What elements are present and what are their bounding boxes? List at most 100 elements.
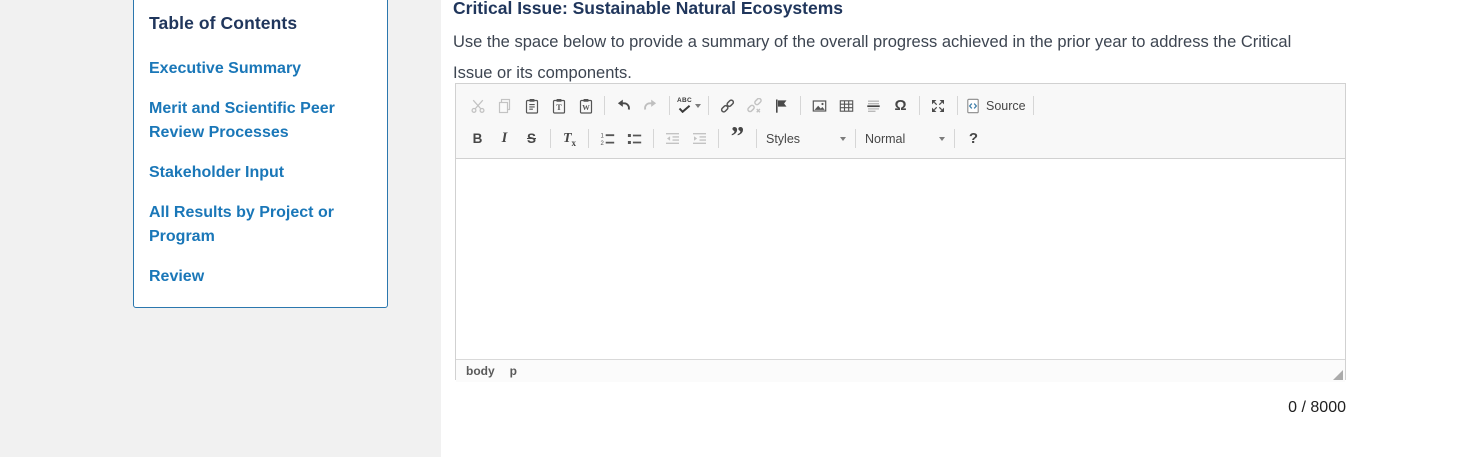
special-character-button[interactable]: Ω xyxy=(887,93,914,118)
page: Table of Contents Executive Summary Meri… xyxy=(0,0,1469,457)
redo-icon xyxy=(642,98,659,114)
bold-icon: B xyxy=(473,131,483,146)
numbered-list-button[interactable]: 1 2 xyxy=(594,126,621,151)
unlink-icon xyxy=(746,98,763,114)
checkmark-icon xyxy=(678,105,691,113)
svg-text:T: T xyxy=(556,102,562,112)
chevron-down-icon xyxy=(939,137,945,141)
main-content: Critical Issue: Sustainable Natural Ecos… xyxy=(441,0,1469,457)
styles-dropdown-label: Styles xyxy=(766,132,800,146)
chevron-down-icon xyxy=(840,137,846,141)
page-title: Critical Issue: Sustainable Natural Ecos… xyxy=(453,0,843,19)
horizontal-rule-button[interactable] xyxy=(860,93,887,118)
bulleted-list-button[interactable] xyxy=(621,126,648,151)
toolbar-separator xyxy=(708,96,709,115)
table-of-contents-card: Table of Contents Executive Summary Meri… xyxy=(133,0,388,308)
toc-link-merit-and-scientific-peer-review[interactable]: Merit and Scientific Peer Review Process… xyxy=(149,97,373,145)
toolbar-row-2: B I S Tx 1 xyxy=(464,122,1337,155)
source-label: Source xyxy=(986,99,1026,113)
image-icon xyxy=(811,98,828,114)
toolbar-row-1: T W xyxy=(464,89,1337,122)
redo-button[interactable] xyxy=(637,93,664,118)
editor-content-area[interactable] xyxy=(456,159,1345,359)
question-mark-icon: ? xyxy=(969,130,978,147)
blockquote-icon: ” xyxy=(731,132,745,146)
toolbar-separator xyxy=(800,96,801,115)
link-button[interactable] xyxy=(714,93,741,118)
toc-title: Table of Contents xyxy=(149,13,373,34)
table-button[interactable] xyxy=(833,93,860,118)
increase-indent-icon xyxy=(691,131,708,147)
image-button[interactable] xyxy=(806,93,833,118)
remove-format-button[interactable]: Tx xyxy=(556,126,583,151)
toolbar-separator xyxy=(604,96,605,115)
paste-button[interactable] xyxy=(518,93,545,118)
blockquote-button[interactable]: ” xyxy=(724,126,751,151)
link-icon xyxy=(719,98,736,114)
spell-checker-button[interactable]: ABC xyxy=(675,93,703,118)
toolbar-separator xyxy=(855,129,856,148)
toolbar-separator xyxy=(756,129,757,148)
toolbar-separator xyxy=(919,96,920,115)
toolbar-separator xyxy=(669,96,670,115)
instructions-text: Use the space below to provide a summary… xyxy=(453,27,1298,89)
path-element-p[interactable]: p xyxy=(510,364,517,378)
editor-path-bar: body p xyxy=(456,359,1345,382)
paragraph-format-label: Normal xyxy=(865,132,905,146)
horizontal-rule-icon xyxy=(865,98,882,114)
svg-text:1: 1 xyxy=(601,133,605,139)
chevron-down-icon xyxy=(695,104,701,108)
cut-button[interactable] xyxy=(464,93,491,118)
paragraph-format-dropdown[interactable]: Normal xyxy=(861,127,949,151)
toc-link-stakeholder-input[interactable]: Stakeholder Input xyxy=(149,161,373,185)
spell-checker-icon: ABC xyxy=(677,98,692,113)
paste-plain-text-icon: T xyxy=(551,98,567,114)
toolbar-separator xyxy=(718,129,719,148)
toolbar-separator xyxy=(550,129,551,148)
strikethrough-icon: S xyxy=(527,131,536,146)
toc-link-all-results-by-project-or-program[interactable]: All Results by Project or Program xyxy=(149,201,373,249)
increase-indent-button[interactable] xyxy=(686,126,713,151)
svg-text:W: W xyxy=(582,103,590,112)
decrease-indent-button[interactable] xyxy=(659,126,686,151)
italic-icon: I xyxy=(502,130,508,147)
svg-text:2: 2 xyxy=(601,140,605,146)
paste-icon xyxy=(524,98,540,114)
resize-handle[interactable] xyxy=(1333,370,1343,380)
bulleted-list-icon xyxy=(626,131,643,147)
decrease-indent-icon xyxy=(664,131,681,147)
toc-link-executive-summary[interactable]: Executive Summary xyxy=(149,57,373,81)
anchor-button[interactable] xyxy=(768,93,795,118)
undo-button[interactable] xyxy=(610,93,637,118)
paste-plain-text-button[interactable]: T xyxy=(545,93,572,118)
toolbar-separator xyxy=(1033,96,1034,115)
paste-from-word-icon: W xyxy=(578,98,594,114)
toc-link-review[interactable]: Review xyxy=(149,265,373,289)
unlink-button[interactable] xyxy=(741,93,768,118)
about-button[interactable]: ? xyxy=(960,126,987,151)
path-element-body[interactable]: body xyxy=(466,364,495,378)
toc-nav: Executive Summary Merit and Scientific P… xyxy=(149,57,373,289)
styles-dropdown[interactable]: Styles xyxy=(762,127,850,151)
table-icon xyxy=(838,98,855,114)
toolbar-separator xyxy=(653,129,654,148)
copy-button[interactable] xyxy=(491,93,518,118)
maximize-icon xyxy=(930,98,946,114)
strikethrough-button[interactable]: S xyxy=(518,126,545,151)
maximize-button[interactable] xyxy=(925,93,952,118)
paste-from-word-button[interactable]: W xyxy=(572,93,599,118)
character-counter: 0 / 8000 xyxy=(455,399,1346,417)
rich-text-editor: T W xyxy=(455,83,1346,380)
copy-icon xyxy=(497,98,513,114)
italic-button[interactable]: I xyxy=(491,126,518,151)
remove-format-icon: Tx xyxy=(563,129,576,148)
undo-icon xyxy=(615,98,632,114)
cut-icon xyxy=(470,98,486,114)
toolbar-separator xyxy=(588,129,589,148)
numbered-list-icon: 1 2 xyxy=(599,131,616,147)
toolbar-separator xyxy=(954,129,955,148)
source-icon xyxy=(965,98,981,114)
source-button[interactable]: Source xyxy=(963,93,1028,118)
toolbar-separator xyxy=(957,96,958,115)
bold-button[interactable]: B xyxy=(464,126,491,151)
